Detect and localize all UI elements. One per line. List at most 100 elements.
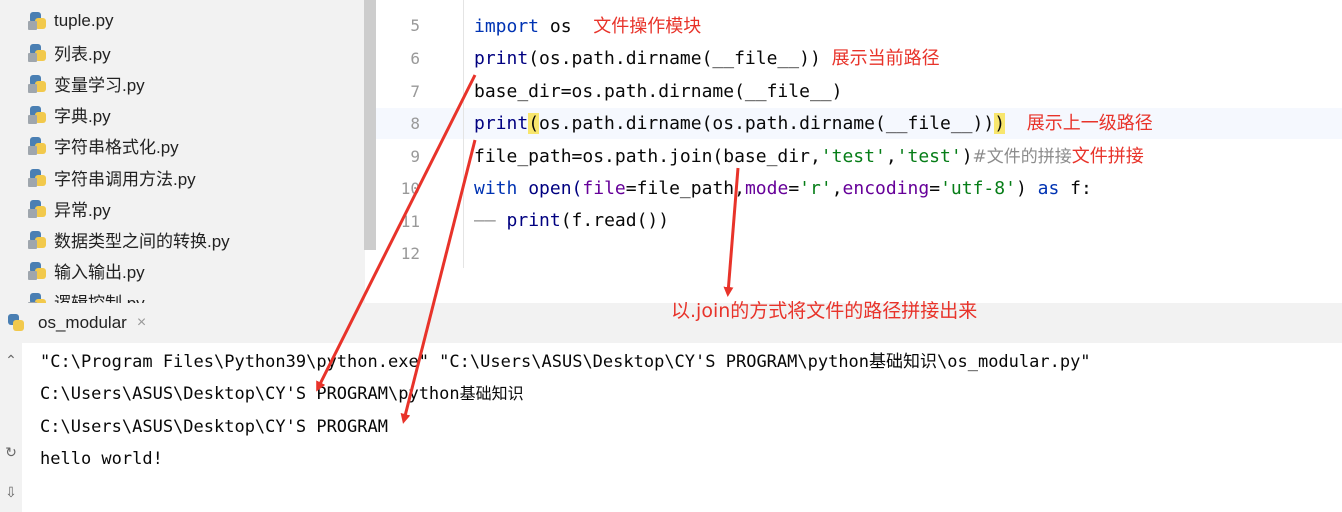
tree-file-type-conversion[interactable]: 数据类型之间的转换.py	[28, 224, 230, 255]
console-line-path-parent: C:\Users\ASUS\Desktop\CY'S PROGRAM	[40, 417, 388, 437]
tree-file-exceptions[interactable]: 异常.py	[28, 193, 111, 224]
console-toolbar: ⌃ ↻ ⇩	[0, 343, 22, 512]
annotation-current-path: 展示当前路径	[831, 48, 940, 69]
builtin-function: print	[474, 48, 529, 69]
python-file-icon	[28, 43, 48, 63]
tree-file-label: 逻辑控制.py	[54, 289, 145, 303]
builtin-function: print	[474, 113, 529, 134]
python-file-icon	[28, 11, 48, 31]
indent-guide: ——	[474, 210, 496, 231]
string-literal: 'test'	[820, 146, 886, 167]
code-editor[interactable]: 5 6 7 8 9 10 11 12 import os 文件操作模块 prin…	[376, 0, 1342, 303]
tree-file-string-format[interactable]: 字符串格式化.py	[28, 130, 179, 161]
tree-file-label: tuple.py	[54, 10, 114, 30]
annotation-file-join: 文件拼接	[1071, 146, 1144, 167]
python-file-icon	[28, 105, 48, 125]
python-icon	[6, 313, 26, 333]
tree-file-io[interactable]: 输入输出.py	[28, 255, 145, 286]
matched-paren: )	[994, 113, 1006, 134]
project-tree: tuple.py 列表.py 变量学习.py 字典.py 字符串格式化.py 字…	[0, 0, 365, 303]
code-line-8: print(os.path.dirname(os.path.dirname(__…	[474, 109, 1153, 139]
tree-file-list[interactable]: 列表.py	[28, 37, 111, 68]
code-text: ,	[885, 146, 897, 167]
python-file-icon	[28, 292, 48, 303]
builtin-function: open(	[517, 178, 583, 199]
python-file-icon	[28, 261, 48, 281]
keyword: as	[1037, 178, 1060, 199]
tree-file-label: 字符串调用方法.py	[54, 170, 196, 189]
code-line-7: base_dir=os.path.dirname(__file__)	[474, 77, 842, 107]
gutter-divider	[463, 0, 464, 268]
line-number: 10	[400, 179, 420, 198]
tree-file-label: 数据类型之间的转换.py	[54, 232, 230, 251]
annotation-parent-path: 展示上一级路径	[1026, 113, 1153, 134]
keyword: import	[474, 16, 540, 37]
code-comment: #文件的拼接	[972, 147, 1072, 167]
run-tab-label: os_modular	[38, 313, 127, 332]
line-number: 7	[410, 82, 420, 101]
code-text: =file_path,	[625, 178, 745, 199]
code-line-5: import os 文件操作模块	[474, 12, 701, 42]
code-text: base_dir=os.path.dirname(__file__)	[474, 81, 843, 102]
code-text: f:	[1059, 178, 1092, 199]
close-icon[interactable]: ×	[137, 314, 146, 332]
python-file-icon	[28, 199, 48, 219]
string-literal: 'utf-8'	[940, 178, 1016, 199]
param-name: encoding	[842, 178, 930, 199]
rerun-icon[interactable]: ↻	[2, 443, 20, 461]
code-text: file_path=os.path.join(base_dir,	[474, 146, 821, 167]
code-line-9: file_path=os.path.join(base_dir,'test','…	[474, 142, 1144, 172]
python-file-icon	[28, 74, 48, 94]
line-number: 6	[410, 49, 420, 68]
tree-file-variables[interactable]: 变量学习.py	[28, 68, 145, 99]
console-line-path-current: C:\Users\ASUS\Desktop\CY'S PROGRAM\pytho…	[40, 378, 524, 410]
python-file-icon	[28, 168, 48, 188]
tree-scrollbar[interactable]	[364, 0, 376, 250]
tree-file-label: 列表.py	[54, 45, 111, 64]
param-name: mode	[744, 178, 789, 199]
tree-file-label: 异常.py	[54, 201, 111, 220]
code-text: =	[788, 178, 800, 199]
console-line-command: "C:\Program Files\Python39\python.exe" "…	[40, 352, 1091, 372]
code-text: =	[929, 178, 941, 199]
line-number: 11	[400, 212, 420, 231]
console-line-output: hello world!	[40, 449, 163, 469]
code-text: ,	[831, 178, 843, 199]
code-line-6: print(os.path.dirname(__file__)) 展示当前路径	[474, 44, 940, 74]
string-literal: 'test'	[896, 146, 962, 167]
tree-file-tuple[interactable]: tuple.py	[28, 5, 114, 36]
python-file-icon	[28, 230, 48, 250]
line-number: 8	[410, 114, 420, 133]
code-line-11: —— print(f.read())	[474, 206, 669, 236]
annotation-file-module: 文件操作模块	[593, 16, 702, 37]
string-literal: 'r'	[799, 178, 832, 199]
matched-paren: (	[528, 113, 540, 134]
code-text: os	[539, 16, 572, 37]
console-text-cjk: 基础知识	[459, 384, 524, 403]
code-text: )	[1015, 178, 1038, 199]
line-number: 12	[400, 244, 420, 263]
scroll-up-icon[interactable]: ⌃	[2, 351, 20, 369]
param-name: file	[582, 178, 626, 199]
tree-file-label: 字典.py	[54, 107, 111, 126]
console-text: C:\Users\ASUS\Desktop\CY'S PROGRAM\pytho…	[40, 384, 460, 404]
code-text: )	[961, 146, 973, 167]
line-number: 5	[410, 16, 420, 35]
code-text: (os.path.dirname(__file__))	[528, 48, 821, 69]
tree-file-string-methods[interactable]: 字符串调用方法.py	[28, 162, 196, 193]
code-line-10: with open(file=file_path,mode='r',encodi…	[474, 174, 1092, 204]
line-number: 9	[410, 147, 420, 166]
tree-file-label: 字符串格式化.py	[54, 138, 179, 157]
annotation-join-callout: 以.join的方式将文件的路径拼接出来	[671, 300, 978, 322]
python-file-icon	[28, 136, 48, 156]
tree-file-dict[interactable]: 字典.py	[28, 99, 111, 130]
tree-file-label: 变量学习.py	[54, 76, 145, 95]
code-text: (f.read())	[560, 210, 670, 231]
tree-file-label: 输入输出.py	[54, 263, 145, 282]
tree-file-logic[interactable]: 逻辑控制.py	[28, 286, 145, 303]
keyword: with	[474, 178, 518, 199]
download-icon[interactable]: ⇩	[2, 483, 20, 501]
run-tab[interactable]: os_modular ×	[0, 303, 165, 343]
builtin-function: print	[495, 210, 561, 231]
code-text: os.path.dirname(os.path.dirname(__file__…	[539, 113, 995, 134]
